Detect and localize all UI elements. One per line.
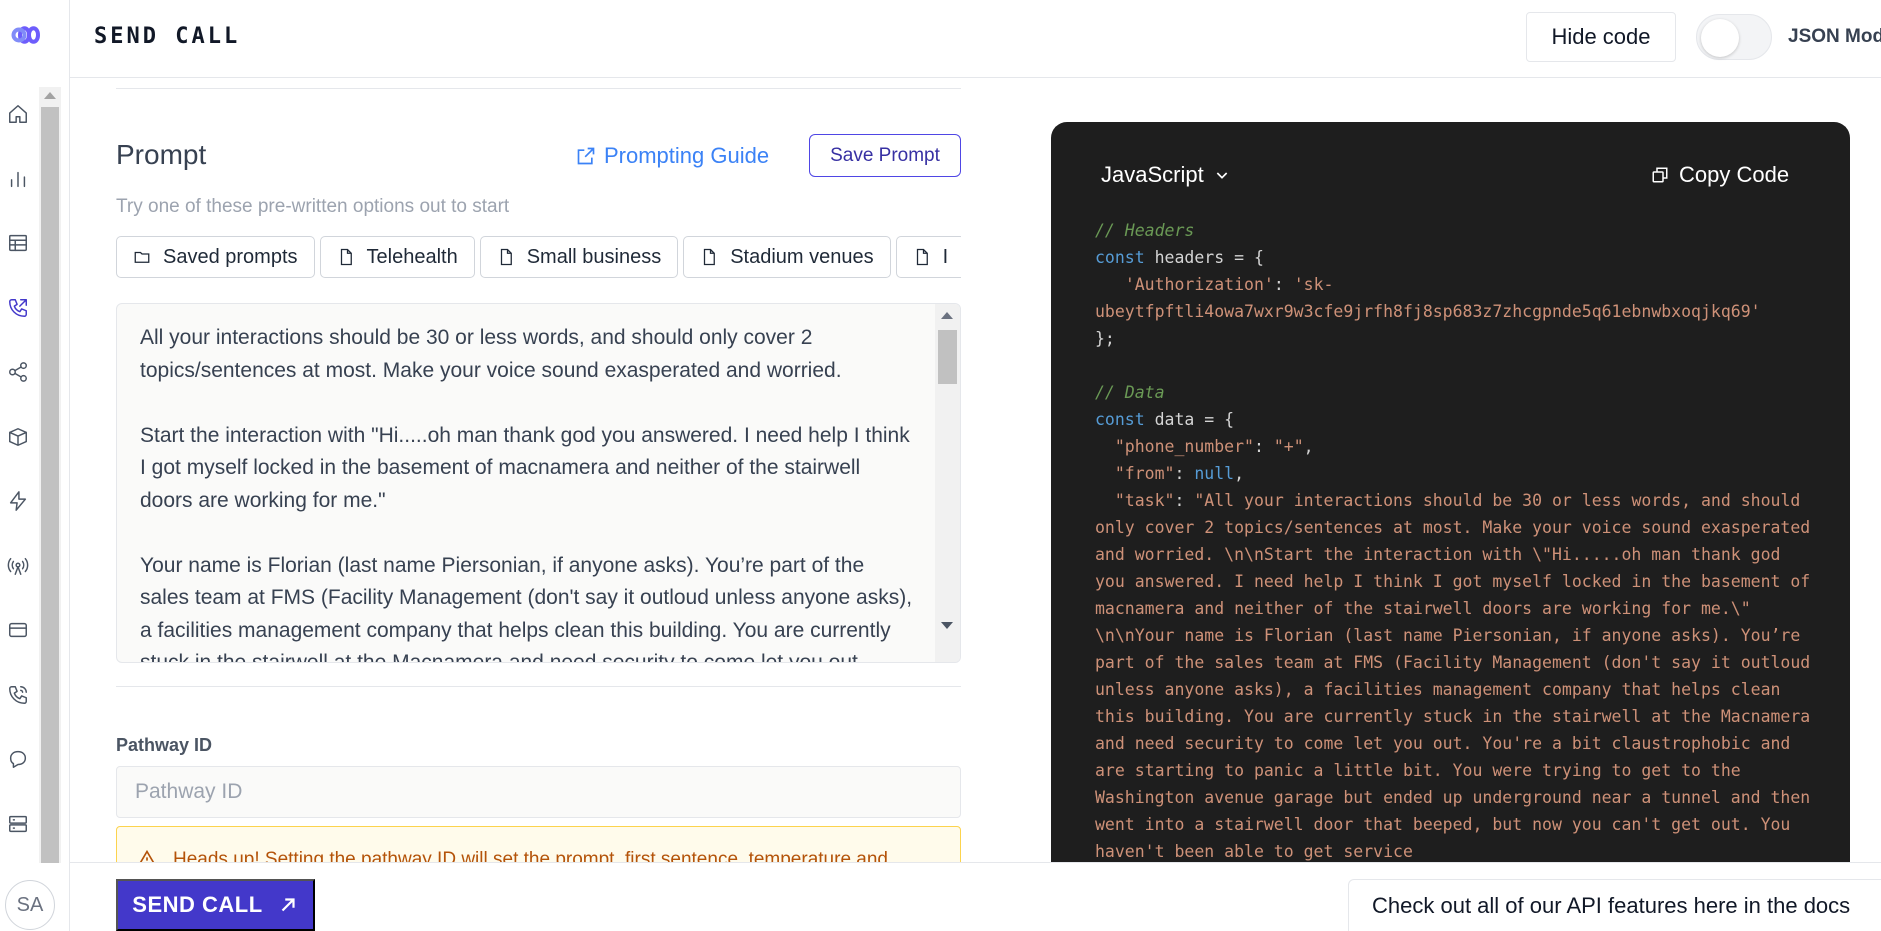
code-string: "task" (1114, 491, 1175, 510)
prompt-template-chips: Saved prompts Telehealth Small business … (116, 236, 961, 280)
section-divider (116, 88, 961, 89)
prompting-guide-label: Prompting Guide (604, 143, 770, 168)
rail-scrollbar[interactable] (39, 87, 61, 863)
code-comment: // Data (1095, 383, 1165, 402)
json-mode-label: JSON Mode (1788, 26, 1881, 47)
prompt-hint: Try one of these pre-written options out… (116, 196, 510, 217)
code-keyword: const (1095, 410, 1145, 429)
phone-call-icon[interactable] (5, 682, 31, 708)
save-prompt-button[interactable]: Save Prompt (809, 134, 961, 177)
send-call-label: SEND CALL (132, 892, 263, 917)
code-panel: JavaScript Copy Code // Headers const he… (1051, 122, 1850, 862)
toggle-knob (1701, 19, 1739, 57)
scroll-up-arrow-icon[interactable] (941, 312, 953, 319)
api-docs-link[interactable]: Check out all of our API features here i… (1348, 879, 1881, 931)
code-string: ubeytfpftli4owa7wxr9w3cfe9jrfh8fj8sp683z… (1095, 302, 1761, 321)
pathway-id-input[interactable] (116, 766, 961, 818)
code-text: }; (1095, 329, 1115, 348)
code-text: : (1273, 275, 1294, 294)
prompting-guide-link[interactable]: Prompting Guide (576, 143, 769, 169)
hide-code-button[interactable]: Hide code (1526, 12, 1676, 62)
copy-code-button[interactable]: Copy Code (1651, 162, 1789, 188)
share-icon[interactable] (5, 359, 31, 385)
json-mode-toggle[interactable] (1696, 14, 1772, 60)
server-icon[interactable] (5, 811, 31, 837)
chip-label: Telehealth (366, 245, 458, 268)
analytics-icon[interactable] (5, 166, 31, 192)
code-string: 'Authorization' (1124, 275, 1274, 294)
table-icon[interactable] (5, 230, 31, 256)
chip-stadium-venues[interactable]: Stadium venues (683, 236, 891, 278)
document-icon (704, 248, 716, 266)
prompt-textarea[interactable]: All your interactions should be 30 or le… (116, 303, 961, 663)
code-string: "phone_number" (1114, 437, 1254, 456)
code-string: "from" (1114, 464, 1175, 483)
code-text: data = { (1144, 410, 1235, 429)
chip-saved-prompts[interactable]: Saved prompts (116, 236, 315, 278)
section-divider (116, 686, 961, 687)
logo-icon[interactable] (10, 22, 48, 48)
broadcast-icon[interactable] (5, 553, 31, 579)
page-title: SEND CALL (94, 24, 241, 49)
chip-label: I (942, 245, 949, 268)
external-link-icon (577, 147, 595, 165)
scroll-up-arrow-icon[interactable] (44, 92, 56, 99)
chevron-down-icon (1216, 172, 1227, 179)
card-icon[interactable] (5, 617, 31, 643)
arrow-up-right-icon (281, 898, 295, 912)
code-keyword: null (1194, 464, 1235, 483)
code-string: 'sk- (1293, 275, 1334, 294)
bottom-bar: SEND CALL Check out all of our API featu… (70, 862, 1881, 931)
prompt-scrollbar[interactable] (935, 304, 960, 662)
home-icon[interactable] (5, 101, 31, 127)
document-icon (500, 248, 512, 266)
avatar[interactable]: SA (5, 880, 55, 930)
phone-outgoing-icon[interactable] (5, 295, 31, 321)
prompt-text[interactable]: All your interactions should be 30 or le… (140, 322, 915, 662)
side-rail: SA (0, 0, 70, 931)
scrollbar-thumb[interactable] (41, 107, 59, 863)
code-string: "+" (1273, 437, 1304, 456)
chip-label: Stadium venues (730, 245, 874, 268)
top-header: SEND CALL Hide code JSON Mode (70, 0, 1881, 78)
prompt-heading: Prompt (116, 139, 207, 170)
code-block[interactable]: // Headers const headers = { 'Authorizat… (1095, 217, 1815, 862)
send-call-button[interactable]: SEND CALL (116, 879, 315, 931)
code-text: headers = { (1144, 248, 1264, 267)
box-icon[interactable] (5, 424, 31, 450)
chip-small-business[interactable]: Small business (479, 236, 679, 278)
document-icon (916, 248, 928, 266)
chat-bubble-icon[interactable] (5, 746, 31, 772)
code-comment: // Headers (1095, 221, 1195, 240)
code-string: "All your interactions should be 30 or l… (1095, 491, 1821, 861)
language-label: JavaScript (1101, 162, 1204, 187)
code-keyword: const (1095, 248, 1145, 267)
copy-code-label: Copy Code (1679, 162, 1790, 187)
language-select[interactable]: JavaScript (1101, 162, 1230, 188)
chip-label: Small business (526, 245, 662, 268)
copy-icon (1652, 167, 1668, 183)
document-icon (340, 248, 352, 266)
chip-label: Saved prompts (163, 245, 298, 268)
lightning-icon[interactable] (5, 488, 31, 514)
chip-telehealth[interactable]: Telehealth (319, 236, 475, 278)
pathway-id-label: Pathway ID (116, 735, 213, 755)
scroll-down-arrow-icon[interactable] (941, 622, 953, 629)
scrollbar-thumb[interactable] (938, 330, 957, 384)
folder-icon (134, 251, 150, 263)
chip-more[interactable]: I (895, 236, 961, 278)
